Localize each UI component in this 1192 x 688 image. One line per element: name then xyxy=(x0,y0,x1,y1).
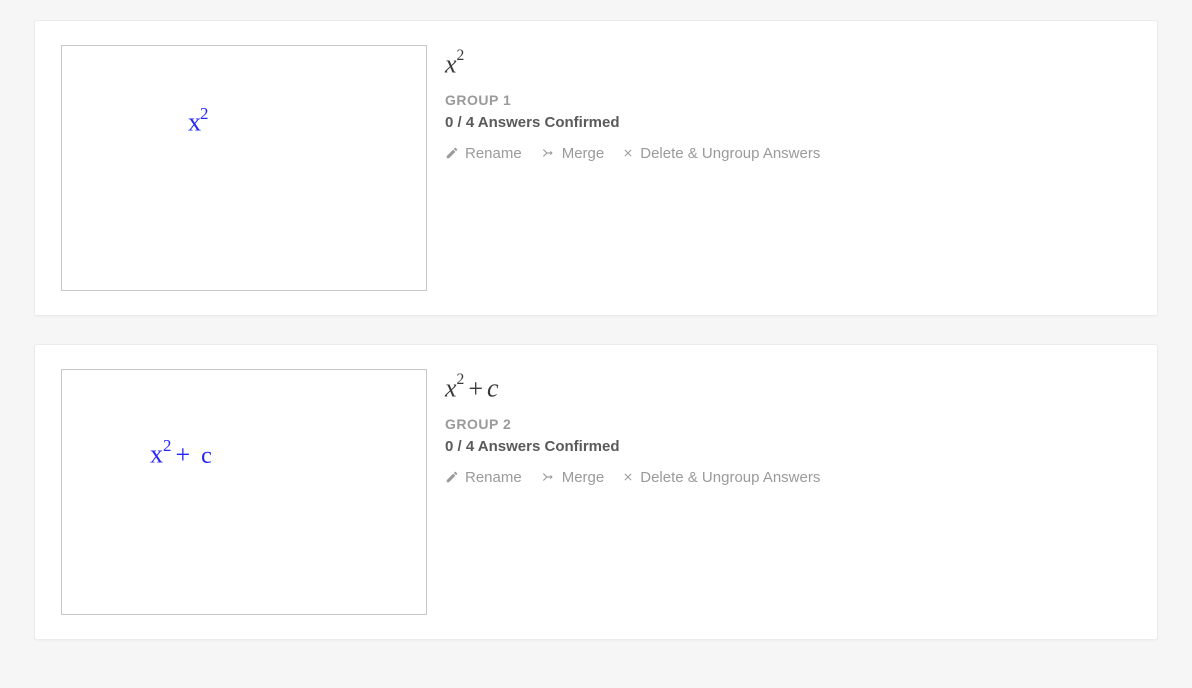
answer-thumbnail[interactable]: x2+c xyxy=(61,369,427,615)
group-formula: x2 xyxy=(445,51,820,78)
close-icon xyxy=(622,147,634,159)
group-label: GROUP 2 xyxy=(445,416,820,432)
answers-confirmed-count: 0 / 4 Answers Confirmed xyxy=(445,114,820,131)
rename-label: Rename xyxy=(465,469,522,486)
merge-button[interactable]: Merge xyxy=(540,469,605,486)
answers-confirmed-count: 0 / 4 Answers Confirmed xyxy=(445,438,820,455)
group-label: GROUP 1 xyxy=(445,92,820,108)
group-card: x2 x2 GROUP 1 0 / 4 Answers Confirmed Re… xyxy=(34,20,1158,316)
pencil-icon xyxy=(445,470,459,484)
merge-icon xyxy=(540,146,556,160)
group-actions: Rename Merge Delete & Ungroup Answers xyxy=(445,469,820,486)
group-meta: x2 GROUP 1 0 / 4 Answers Confirmed Renam… xyxy=(445,45,820,162)
group-card: x2+c x2+c GROUP 2 0 / 4 Answers Confirme… xyxy=(34,344,1158,640)
merge-label: Merge xyxy=(562,145,605,162)
pencil-icon xyxy=(445,146,459,160)
rename-button[interactable]: Rename xyxy=(445,145,522,162)
merge-icon xyxy=(540,470,556,484)
answer-thumbnail[interactable]: x2 xyxy=(61,45,427,291)
group-formula: x2+c xyxy=(445,375,820,402)
delete-label: Delete & Ungroup Answers xyxy=(640,145,820,162)
handwriting-sample: x2+c xyxy=(150,440,213,468)
delete-label: Delete & Ungroup Answers xyxy=(640,469,820,486)
rename-button[interactable]: Rename xyxy=(445,469,522,486)
rename-label: Rename xyxy=(465,145,522,162)
merge-button[interactable]: Merge xyxy=(540,145,605,162)
delete-ungroup-button[interactable]: Delete & Ungroup Answers xyxy=(622,145,820,162)
close-icon xyxy=(622,471,634,483)
merge-label: Merge xyxy=(562,469,605,486)
handwriting-sample: x2 xyxy=(188,108,209,136)
delete-ungroup-button[interactable]: Delete & Ungroup Answers xyxy=(622,469,820,486)
group-meta: x2+c GROUP 2 0 / 4 Answers Confirmed Ren… xyxy=(445,369,820,486)
group-actions: Rename Merge Delete & Ungroup Answers xyxy=(445,145,820,162)
